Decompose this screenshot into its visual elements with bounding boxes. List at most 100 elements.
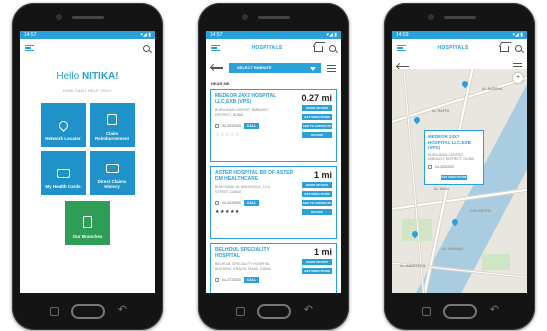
speaker	[257, 16, 290, 19]
status-bar: 14:59 ▾◢ ▮	[392, 31, 527, 39]
add-to-contacts-button[interactable]: ADD TO CONTACTS	[302, 200, 332, 206]
home-icon[interactable]	[500, 46, 509, 52]
back-arrow-icon[interactable]	[211, 67, 223, 69]
phone-frame-1: 14:57 ▾◢ ▮ Hello NITIKA! HOW CAN I HELP Y…	[12, 3, 163, 330]
hospital-card[interactable]: BELHOUL SPECIALITY HOSPITAL 1 mi BELHOUL…	[210, 243, 337, 293]
on-map-button[interactable]: ON MAP	[302, 132, 332, 138]
phone-icon	[215, 201, 219, 205]
map-marker-icon[interactable]	[412, 115, 422, 125]
status-icons: ▾◢ ▮	[512, 32, 524, 38]
home-button[interactable]	[442, 304, 477, 319]
get-directions-button[interactable]: GET DIRECTIONS	[441, 175, 467, 180]
recent-apps-button[interactable]	[422, 307, 431, 316]
get-directions-button[interactable]: GET DIRECTIONS	[302, 268, 332, 274]
phone-frame-3: 14:59 ▾◢ ▮ HOSPITALS AL RAFFA AL HAMRIYA …	[384, 3, 535, 330]
on-map-button[interactable]: ON MAP	[302, 209, 332, 215]
building-icon	[83, 216, 92, 228]
status-bar: 14:57 ▾◢ ▮	[206, 31, 341, 39]
camera	[242, 14, 248, 20]
phone-icon	[215, 124, 219, 128]
home-button[interactable]	[256, 304, 291, 319]
get-directions-button[interactable]: GET DIRECTIONS	[302, 191, 332, 197]
health-card-icon	[56, 169, 70, 178]
popup-phone: 04-3332933	[435, 164, 454, 169]
back-arrow-icon[interactable]	[397, 65, 409, 68]
location-pin-icon	[56, 119, 70, 132]
menu-icon[interactable]	[397, 44, 406, 52]
hospital-card[interactable]: ASTER HOSPITAL BR OF ASTER DM HEALTHCARE…	[210, 166, 337, 239]
hospital-phone: 04-3332933	[222, 124, 241, 128]
back-button[interactable]: ↶	[304, 305, 313, 316]
speaker	[443, 16, 476, 19]
park-area	[482, 254, 510, 270]
filter-icon[interactable]	[327, 64, 336, 72]
tile-claim-reimbursement[interactable]: Claim Reimbursement	[89, 103, 135, 147]
show-on-map-button[interactable]: SHOW ON MAP	[302, 182, 332, 188]
get-directions-button[interactable]: GET DIRECTIONS	[302, 114, 332, 120]
user-name: NITIKA!	[81, 71, 119, 82]
phone-frame-2: 14:57 ▾◢ ▮ HOSPITALS SELECT EMIRATE NEAR …	[198, 3, 349, 330]
map-view[interactable]: AL RAFFA AL HAMRIYA AL KARAMA AL MANKHOO…	[392, 69, 527, 293]
hospitals-map-screen: 14:59 ▾◢ ▮ HOSPITALS AL RAFFA AL HAMRIYA …	[392, 31, 527, 293]
map-label: AL WASL	[434, 187, 450, 191]
hospital-phone: 04-2733333	[222, 278, 241, 282]
add-to-contacts-button[interactable]: ADD TO CONTACTS	[302, 123, 332, 129]
call-button[interactable]: CALL	[243, 277, 260, 283]
claims-history-icon	[105, 164, 119, 173]
phone-icon	[215, 278, 219, 282]
menu-icon[interactable]	[211, 44, 220, 52]
call-button[interactable]: CALL	[243, 200, 260, 206]
hospital-address: BELHOUL SPECIALITY HOSPITAL BUILDING, KH…	[215, 262, 271, 271]
help-text: HOW CAN I HELP YOU?	[63, 88, 112, 93]
hospital-card[interactable]: MEDEOR 24X7 HOSPITAL LLC,EXB (VPS) 0.27 …	[210, 89, 337, 162]
tile-our-branches[interactable]: Our Branches	[65, 201, 110, 245]
speaker	[71, 16, 104, 19]
status-time: 14:59	[396, 32, 409, 38]
android-nav-bar: ↶	[384, 300, 535, 322]
back-button[interactable]: ↶	[118, 305, 127, 316]
filter-row: SELECT EMIRATE	[206, 63, 341, 73]
home-icon[interactable]	[314, 46, 323, 52]
map-label: AL MANKHOOL	[400, 264, 427, 268]
menu-icon[interactable]	[25, 44, 34, 52]
map-label: AL BARSHA	[482, 87, 503, 91]
hospital-name: BELHOUL SPECIALITY HOSPITAL	[215, 247, 270, 259]
header: HOSPITALS	[392, 39, 527, 57]
page-title: HOSPITALS	[251, 45, 283, 51]
tile-health-cards[interactable]: My Health Cards	[40, 151, 86, 195]
show-on-map-button[interactable]: SHOW ON MAP	[302, 259, 332, 265]
android-nav-bar: ↶	[12, 300, 163, 322]
greeting: Hello NITIKA!	[56, 71, 119, 82]
home-button[interactable]	[70, 304, 105, 319]
search-icon[interactable]	[143, 44, 150, 52]
hospital-distance: 1 mi	[313, 170, 332, 180]
camera	[56, 14, 62, 20]
recent-apps-button[interactable]	[236, 307, 245, 316]
page-title: HOSPITALS	[437, 45, 469, 51]
home-screen: 14:57 ▾◢ ▮ Hello NITIKA! HOW CAN I HELP Y…	[20, 31, 155, 293]
hospital-distance: 1 mi	[313, 247, 332, 257]
hospitals-list-screen: 14:57 ▾◢ ▮ HOSPITALS SELECT EMIRATE NEAR …	[206, 31, 341, 293]
tile-network-locator[interactable]: Network Locator	[40, 103, 86, 147]
hospital-phone: 04-4430500	[222, 201, 241, 205]
hospital-name: MEDEOR 24X7 HOSPITAL LLC,EXB (VPS)	[215, 93, 277, 105]
hospital-address: BURJUMAN CENTER, EMBASSY DISTRICT, DUBAI	[215, 108, 269, 117]
back-button[interactable]: ↶	[490, 305, 499, 316]
my-location-icon[interactable]: +	[513, 73, 523, 83]
hospital-name: ASTER HOSPITAL BR OF ASTER DM HEALTHCARE	[215, 170, 294, 182]
phone-icon	[428, 164, 432, 169]
call-button[interactable]: CALL	[243, 123, 260, 129]
status-time: 14:57	[24, 32, 37, 38]
show-on-map-button[interactable]: SHOW ON MAP	[302, 105, 332, 111]
tile-claims-history[interactable]: Direct Claims History	[89, 151, 135, 195]
hospital-address: BUR DUBAI, AL MANKHOOL, 19 A STREET, DUB…	[215, 185, 270, 194]
emirate-select[interactable]: SELECT EMIRATE	[229, 63, 321, 73]
document-icon	[107, 114, 117, 125]
recent-apps-button[interactable]	[50, 307, 59, 316]
hospital-popup[interactable]: MEDEOR 24X7 HOSPITAL LLC,EXB (VPS) BURJU…	[424, 130, 484, 185]
popup-address: BURJUMAN CENTER, EMBASSY DISTRICT, DUBAI	[428, 152, 475, 162]
status-bar: 14:57 ▾◢ ▮	[20, 31, 155, 39]
search-icon[interactable]	[329, 44, 336, 52]
header: HOSPITALS	[206, 39, 341, 57]
search-icon[interactable]	[515, 44, 522, 52]
